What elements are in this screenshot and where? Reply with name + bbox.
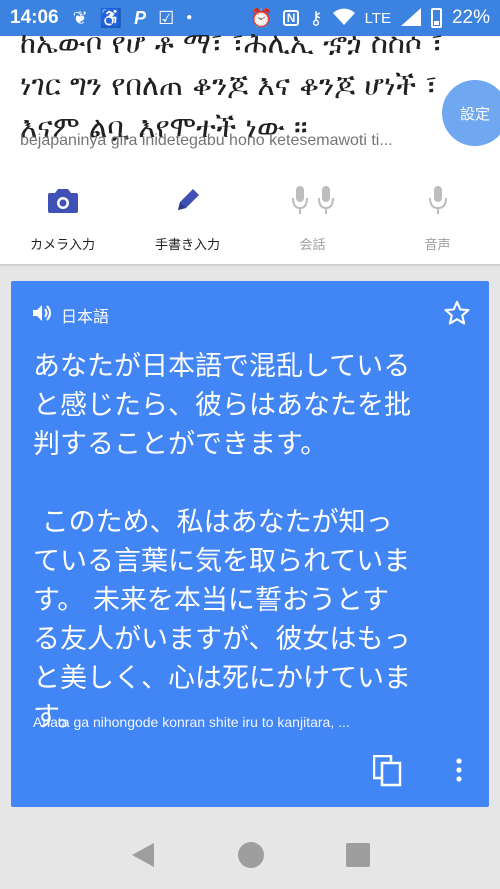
battery-percent: 22% xyxy=(451,7,490,28)
settings-button[interactable]: 設定 xyxy=(442,80,500,146)
copy-icon[interactable] xyxy=(372,754,403,791)
speak-translation-button[interactable]: 日本語 xyxy=(33,303,109,327)
divider xyxy=(0,264,500,267)
translation-text: あなたが日本語で混乱している と感じたら、彼らはあなたを批 判することができます… xyxy=(33,351,411,733)
recents-icon[interactable] xyxy=(345,842,370,871)
navigation-bar xyxy=(0,824,500,889)
voice-input-label: 音声 xyxy=(424,238,451,253)
back-icon[interactable] xyxy=(130,841,156,873)
source-panel: ከኤውቦ የሆ ቶ ማ፣ ፣ሕሊኢ ኇጏ ስስሶ ፣ ነገር ግን የበለጠ ቆ… xyxy=(0,26,500,264)
star-icon[interactable] xyxy=(443,299,471,331)
more-options-icon[interactable] xyxy=(455,757,463,787)
translation-card[interactable]: 日本語 あなたが日本語で混乱している と感じたら、彼らはあなたを批 判することが… xyxy=(11,281,489,807)
voice-input-button[interactable]: 音声 xyxy=(375,180,500,264)
input-tools: カメラ入力 手書き入力 会話 音声 xyxy=(0,180,500,264)
camera-icon xyxy=(47,180,78,220)
home-icon[interactable] xyxy=(237,841,265,873)
conversation-label: 会話 xyxy=(299,238,326,253)
conversation-mic-icon xyxy=(290,180,336,220)
translation-transliteration: Anata ga nihongode konran shite iru to k… xyxy=(33,714,350,730)
conversation-button[interactable]: 会話 xyxy=(250,180,375,264)
camera-input-label: カメラ入力 xyxy=(29,238,95,253)
target-language-label: 日本語 xyxy=(61,307,110,326)
source-text[interactable]: ከኤውቦ የሆ ቶ ማ፣ ፣ሕሊኢ ኇጏ ስስሶ ፣ ነገር ግን የበለጠ ቆ… xyxy=(20,22,450,148)
handwriting-input-label: 手書き入力 xyxy=(154,238,220,253)
speaker-icon xyxy=(33,304,53,326)
camera-input-button[interactable]: カメラ入力 xyxy=(0,180,125,264)
handwriting-input-button[interactable]: 手書き入力 xyxy=(125,180,250,264)
pen-icon xyxy=(174,180,202,220)
source-transliteration: bejapaninya gira inidetegabu hono ketese… xyxy=(20,132,393,149)
mic-icon xyxy=(427,180,449,220)
